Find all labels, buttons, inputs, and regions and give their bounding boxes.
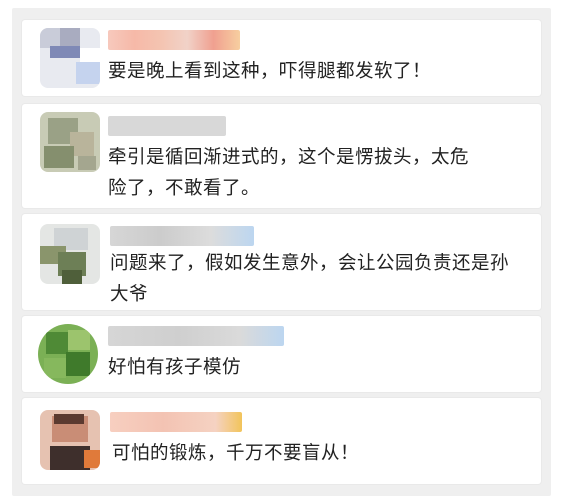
username[interactable] — [108, 326, 284, 346]
comment-text: 可怕的锻炼，千万不要盲从！ — [112, 443, 360, 464]
username[interactable] — [108, 30, 240, 50]
avatar[interactable] — [40, 410, 100, 470]
avatar[interactable] — [40, 112, 100, 172]
comment-card[interactable]: 好怕有孩子模仿 — [22, 316, 541, 392]
comment-card[interactable]: 问题来了，假如发生意外，会让公园负责还是孙 大爷 — [22, 214, 541, 310]
username[interactable] — [110, 226, 254, 246]
username[interactable] — [108, 116, 226, 136]
comment-panel: 要是晚上看到这种，吓得腿都发软了！ 牵引是循回渐进式的，这个是愣拔头，太危 险了… — [12, 8, 551, 496]
avatar[interactable] — [40, 28, 100, 88]
comment-card[interactable]: 可怕的锻炼，千万不要盲从！ — [22, 398, 541, 484]
username[interactable] — [110, 412, 242, 432]
avatar[interactable] — [40, 224, 100, 284]
comment-text: 问题来了，假如发生意外，会让公园负责还是孙 大爷 — [110, 253, 510, 305]
comment-text: 好怕有孩子模仿 — [108, 357, 242, 378]
comment-text: 要是晚上看到这种，吓得腿都发软了！ — [108, 61, 432, 82]
comment-card[interactable]: 牵引是循回渐进式的，这个是愣拔头，太危 险了，不敢看了。 — [22, 104, 541, 208]
avatar[interactable] — [38, 324, 98, 384]
comment-card[interactable]: 要是晚上看到这种，吓得腿都发软了！ — [22, 20, 541, 96]
comment-text: 牵引是循回渐进式的，这个是愣拔头，太危 险了，不敢看了。 — [108, 147, 470, 199]
